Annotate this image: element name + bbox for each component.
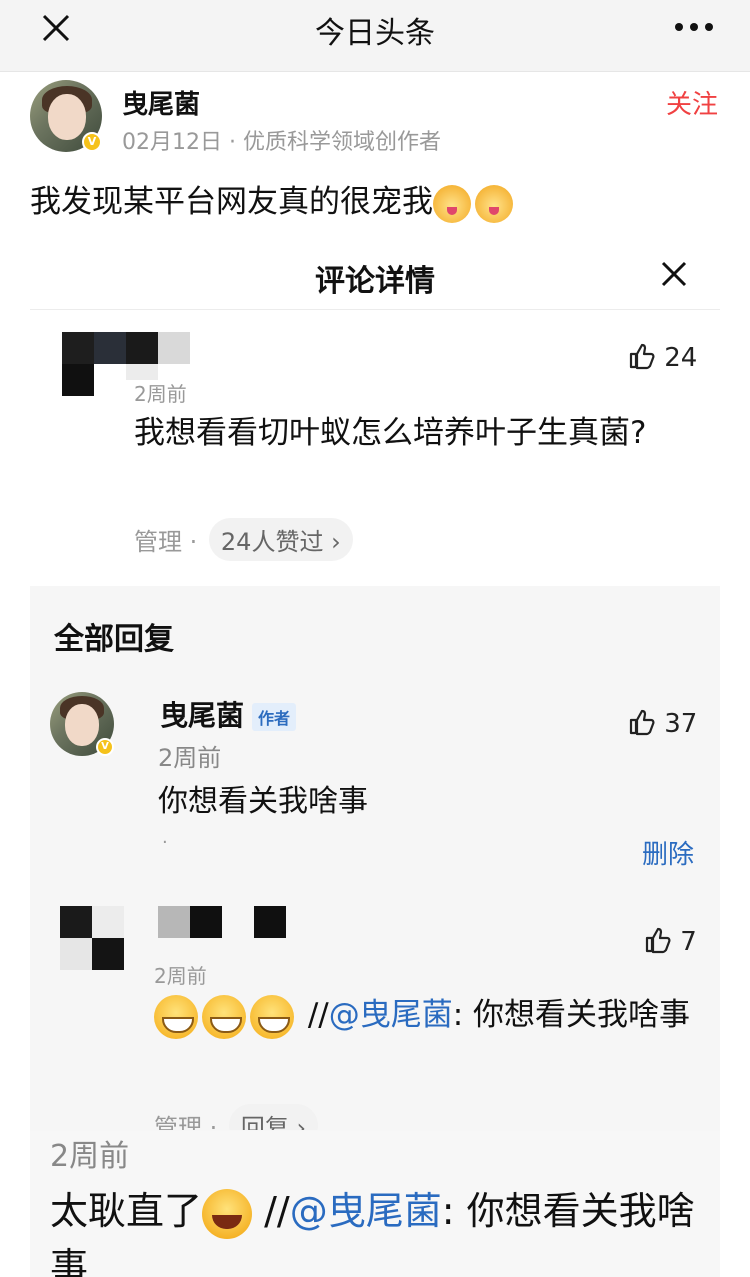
thumbs-up-icon — [645, 927, 671, 954]
verified-badge-icon: V — [82, 132, 102, 152]
app-title: 今日头条 — [315, 16, 435, 51]
thumbs-up-icon — [629, 343, 655, 370]
overlapped-comment: 2周前 太耿直了 //@曳尾菌: 你想看关我啥事 — [30, 1131, 720, 1277]
reply-body: : 你想看关我啥事 — [452, 997, 691, 1033]
comment-footer: 管理 · 24人赞过 › — [134, 518, 353, 561]
comment-detail-header: 评论详情 — [30, 240, 720, 310]
comment-detail-title: 评论详情 — [315, 264, 435, 299]
reply-author-name[interactable]: 曳尾菌 作者 — [160, 694, 297, 734]
comment-time: 2周前 — [134, 382, 187, 406]
grin-emoji-icon — [202, 994, 246, 1039]
like-count[interactable]: 37 — [628, 708, 697, 739]
like-count[interactable]: 24 — [628, 342, 697, 373]
mention-link[interactable]: @曳尾菌 — [290, 1189, 442, 1233]
reply-button[interactable]: 回复 › — [228, 1104, 319, 1130]
verified-badge-icon: V — [96, 738, 114, 756]
mention-link[interactable]: @曳尾菌 — [329, 997, 453, 1033]
dog-emoji-icon — [475, 184, 513, 223]
laugh-cry-emoji-icon — [202, 1188, 253, 1239]
grin-emoji-icon — [154, 994, 198, 1039]
reply-time: 2周前 — [154, 964, 207, 988]
repost-prefix: // — [298, 997, 329, 1033]
like-count-value: 24 — [664, 343, 698, 373]
reply-text: //@曳尾菌: 你想看关我啥事 — [154, 990, 694, 1040]
reply-author-name-text: 曳尾菌 — [160, 699, 245, 732]
repost-prefix: // — [252, 1189, 290, 1233]
comment-text: 太耿直了 //@曳尾菌: 你想看关我啥事 — [50, 1183, 710, 1277]
like-count-value: 7 — [680, 927, 697, 957]
author-header: V 曳尾菌 02月12日 · 优质科学领域创作者 关注 — [30, 80, 730, 160]
replies-panel: 全部回复 V 曳尾菌 作者 37 2周前 你想看关我啥事 · 删除 7 2周前 /… — [30, 586, 720, 1131]
comment-text: 我想看看切叶蚁怎么培养叶子生真菌? — [134, 415, 647, 451]
reply-footer: 管理 · 回复 › — [154, 1104, 319, 1130]
liked-by-button[interactable]: 24人赞过 › — [208, 518, 353, 561]
reply-text: 你想看关我啥事 — [158, 784, 368, 819]
comment-body-start: 太耿直了 — [50, 1189, 203, 1233]
close-icon[interactable] — [658, 258, 690, 290]
author-meta: 02月12日 · 优质科学领域创作者 — [122, 130, 441, 155]
dog-emoji-icon — [433, 184, 471, 223]
like-count-value: 37 — [664, 709, 698, 739]
manage-link[interactable]: 管理 · — [154, 1114, 217, 1130]
thumbs-up-icon — [629, 709, 655, 736]
author-name[interactable]: 曳尾菌 — [122, 84, 200, 121]
follow-button[interactable]: 关注 — [666, 84, 718, 121]
delete-button[interactable]: 删除 — [642, 834, 694, 871]
manage-link[interactable]: 管理 — [134, 528, 182, 556]
top-nav-bar: 今日头条 — [0, 0, 750, 72]
reply-time: 2周前 — [158, 744, 222, 772]
grin-emoji-icon — [250, 994, 294, 1039]
replies-heading: 全部回复 — [54, 622, 174, 657]
more-icon[interactable] — [674, 22, 714, 32]
post-body: 我发现某平台网友真的很宠我 — [30, 184, 433, 220]
like-count[interactable]: 7 — [644, 926, 697, 957]
separator-dot: · — [162, 832, 168, 853]
author-tag: 作者 — [252, 703, 297, 731]
post-text: 我发现某平台网友真的很宠我 — [30, 176, 513, 223]
comment-time: 2周前 — [50, 1139, 130, 1174]
